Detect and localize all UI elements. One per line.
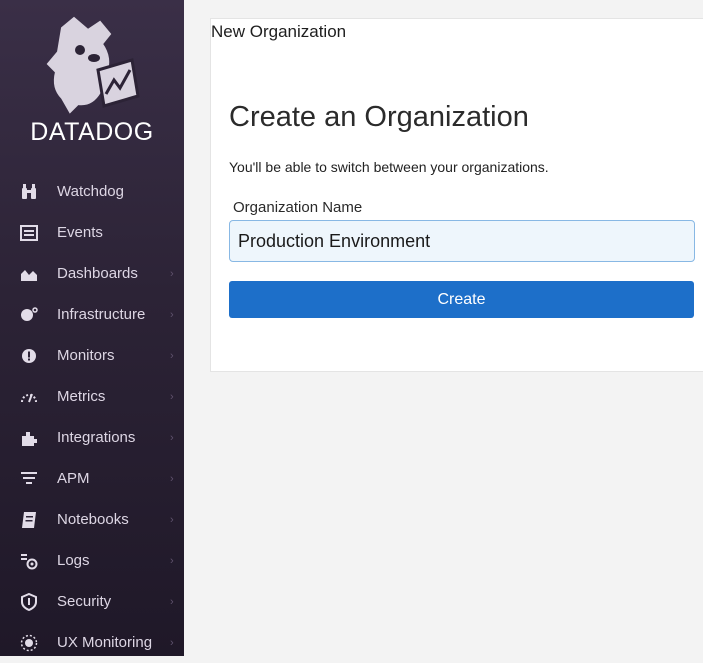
events-list-icon	[19, 223, 39, 243]
sidebar-item-label: Dashboards	[57, 265, 138, 282]
sidebar-item-label: Metrics	[57, 388, 106, 405]
sidebar-item-label: Integrations	[57, 429, 136, 446]
chevron-right-icon: ›	[170, 513, 174, 526]
sidebar-item-label: Logs	[57, 552, 90, 569]
logs-icon	[19, 551, 39, 571]
sidebar-item-integrations[interactable]: Integrations ›	[0, 417, 184, 458]
sidebar-item-ux-monitoring[interactable]: UX Monitoring ›	[0, 622, 184, 663]
brand-wordmark: DATADOG	[30, 118, 154, 146]
breadcrumb: New Organization	[211, 22, 347, 41]
chevron-right-icon: ›	[170, 554, 174, 567]
sidebar-item-label: Monitors	[57, 347, 115, 364]
chevron-right-icon: ›	[170, 595, 174, 608]
gauge-icon	[19, 387, 39, 407]
datadog-dog-icon	[46, 16, 140, 114]
chevron-right-icon: ›	[170, 349, 174, 362]
chevron-right-icon: ›	[170, 390, 174, 403]
ux-monitoring-icon	[19, 633, 39, 653]
sidebar-item-dashboards[interactable]: Dashboards ›	[0, 253, 184, 294]
sidebar: DATADOG Watchdog Events Dashboards › Inf…	[0, 0, 184, 656]
sidebar-item-infrastructure[interactable]: Infrastructure ›	[0, 294, 184, 335]
chevron-right-icon: ›	[170, 308, 174, 321]
chevron-right-icon: ›	[170, 636, 174, 649]
sidebar-nav: Watchdog Events Dashboards › Infrastruct…	[0, 171, 184, 663]
sidebar-item-label: UX Monitoring	[57, 634, 153, 651]
chevron-right-icon: ›	[170, 472, 174, 485]
apm-icon	[19, 469, 39, 489]
puzzle-piece-icon	[19, 428, 39, 448]
page-subtitle: You'll be able to switch between your or…	[229, 159, 549, 175]
organization-name-label: Organization Name	[233, 199, 363, 216]
sidebar-item-monitors[interactable]: Monitors ›	[0, 335, 184, 376]
sidebar-item-notebooks[interactable]: Notebooks ›	[0, 499, 184, 540]
sidebar-item-label: APM	[57, 470, 90, 487]
sidebar-item-label: Watchdog	[57, 183, 124, 200]
create-organization-card: Create an Organization You'll be able to…	[211, 19, 703, 371]
create-button[interactable]: Create	[229, 281, 694, 318]
sidebar-item-watchdog[interactable]: Watchdog	[0, 171, 184, 212]
chevron-right-icon: ›	[170, 267, 174, 280]
chevron-right-icon: ›	[170, 431, 174, 444]
infrastructure-icon	[19, 305, 39, 325]
sidebar-item-metrics[interactable]: Metrics ›	[0, 376, 184, 417]
alert-circle-icon	[19, 346, 39, 366]
page-title: Create an Organization	[229, 101, 529, 133]
sidebar-item-security[interactable]: Security ›	[0, 581, 184, 622]
sidebar-item-label: Infrastructure	[57, 306, 146, 323]
sidebar-item-logs[interactable]: Logs ›	[0, 540, 184, 581]
sidebar-item-events[interactable]: Events	[0, 212, 184, 253]
sidebar-item-label: Events	[57, 224, 103, 241]
datadog-logo[interactable]: DATADOG	[0, 0, 184, 160]
sidebar-item-label: Security	[57, 593, 112, 610]
organization-name-input[interactable]	[229, 220, 695, 262]
sidebar-item-label: Notebooks	[57, 511, 129, 528]
binoculars-icon	[19, 182, 39, 202]
sidebar-item-apm[interactable]: APM ›	[0, 458, 184, 499]
dashboard-chart-icon	[19, 264, 39, 284]
shield-icon	[19, 592, 39, 612]
notebook-icon	[19, 510, 39, 530]
